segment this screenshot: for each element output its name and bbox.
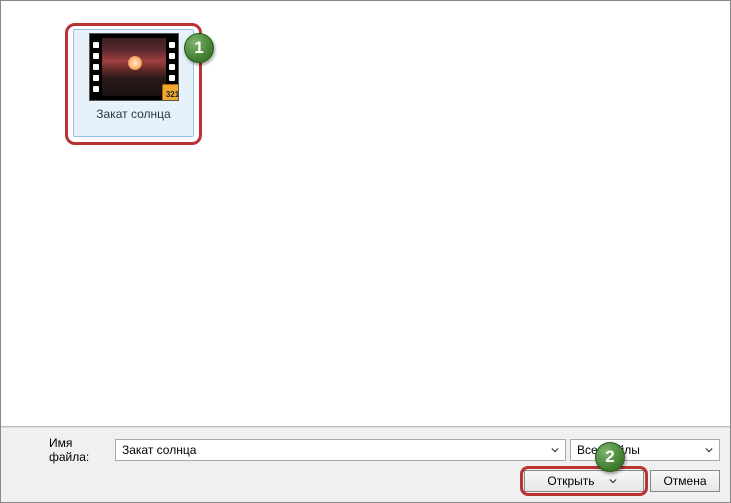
- filename-label: Имя файла:: [11, 436, 111, 464]
- cancel-button[interactable]: Отмена: [650, 470, 720, 492]
- file-item-video[interactable]: 321 Закат солнца 1: [71, 19, 196, 139]
- sunset-sun: [128, 56, 142, 70]
- file-open-dialog: тер 321 Закат солнца 1 Имя файла:: [0, 0, 731, 503]
- open-button[interactable]: Открыть: [524, 470, 644, 492]
- cancel-button-label: Отмена: [663, 474, 706, 488]
- chevron-down-icon[interactable]: [547, 442, 563, 458]
- mpc-overlay-icon: 321: [162, 84, 179, 101]
- chevron-down-icon[interactable]: [701, 442, 717, 458]
- film-sprocket-left: [90, 37, 102, 97]
- file-list-area[interactable]: 321 Закат солнца 1: [1, 1, 730, 427]
- thumb-image: [102, 38, 166, 96]
- file-type-filter[interactable]: Все файлы: [570, 439, 720, 461]
- video-thumbnail: 321: [89, 33, 179, 101]
- filename-value: Закат солнца: [122, 443, 196, 457]
- annotation-badge-1: 1: [184, 33, 214, 63]
- filename-input[interactable]: Закат солнца: [115, 439, 566, 461]
- open-button-label: Открыть: [547, 474, 594, 488]
- annotation-badge-2: 2: [595, 442, 625, 472]
- chevron-down-icon[interactable]: [605, 473, 621, 489]
